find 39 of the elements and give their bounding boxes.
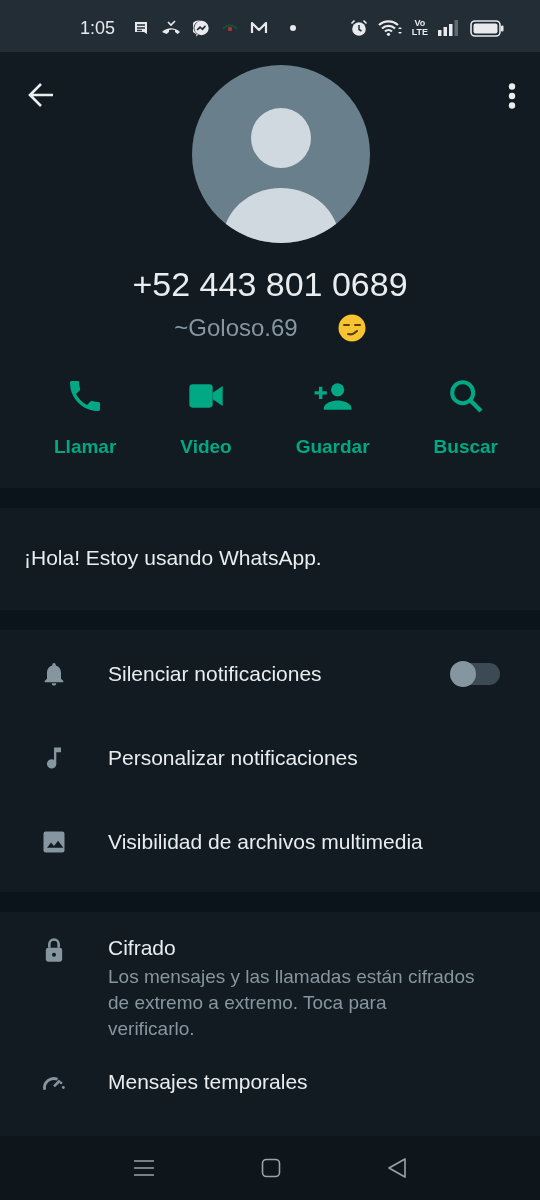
action-button[interactable]: Buscar — [429, 376, 502, 458]
about-text: ¡Hola! Estoy usando WhatsApp. — [24, 546, 323, 570]
item-label: Cifrado — [108, 936, 177, 960]
item-label: Mensajes temporales — [108, 1070, 309, 1094]
about-card[interactable]: ¡Hola! Estoy usando WhatsApp. — [0, 508, 540, 610]
smirk-emoji-icon — [337, 314, 366, 342]
action-button[interactable]: Guardar — [291, 376, 374, 458]
settings-item[interactable]: Personalizar notificaciones — [0, 716, 540, 800]
menu-icon[interactable] — [133, 1158, 155, 1178]
alarm-icon — [349, 19, 368, 37]
lte-label: LTE — [411, 28, 428, 37]
settings-item[interactable]: Cifrado Los mensajes y las llamadas están cifrados de extremo a extremo. Toca para verificarlo. — [0, 922, 540, 1056]
settings-item[interactable]: Mensajes temporales — [0, 1056, 540, 1112]
back-icon[interactable] — [387, 1157, 407, 1179]
item-label: Visibilidad de archivos multimedia — [108, 830, 424, 854]
volte-label: Vo — [414, 19, 426, 28]
item-label: Silenciar notificaciones — [108, 662, 323, 686]
avatar-icon — [192, 65, 370, 245]
missed-call-icon — [161, 20, 182, 36]
wifi-icon — [377, 20, 402, 36]
action-button[interactable]: Video — [176, 376, 236, 458]
mail-icon — [250, 21, 269, 35]
contact-phone: +52 443 801 0689 — [131, 265, 409, 304]
settings-item[interactable]: Silenciar notificaciones — [0, 642, 540, 716]
chat-bubble-icon — [193, 19, 211, 37]
clock-time: 1:05 — [80, 17, 116, 39]
item-label: Personalizar notificaciones — [108, 746, 359, 770]
signal-icon — [438, 20, 460, 36]
home-icon[interactable] — [261, 1158, 281, 1178]
more-vertical-icon — [508, 83, 516, 109]
settings-item[interactable]: Visibilidad de archivos multimedia — [0, 800, 540, 880]
battery-icon — [470, 19, 504, 37]
dot-icon — [290, 25, 297, 31]
back-arrow-icon — [28, 83, 54, 107]
toggle-switch[interactable] — [452, 663, 500, 685]
contact-name: ~Goloso.69 — [174, 314, 298, 342]
action-button[interactable]: Llamar — [50, 376, 121, 458]
item-description: Los mensajes y las llamadas están cifrados de extremo a extremo. Toca para verificarlo. — [108, 965, 476, 1041]
message-icon — [133, 20, 150, 36]
